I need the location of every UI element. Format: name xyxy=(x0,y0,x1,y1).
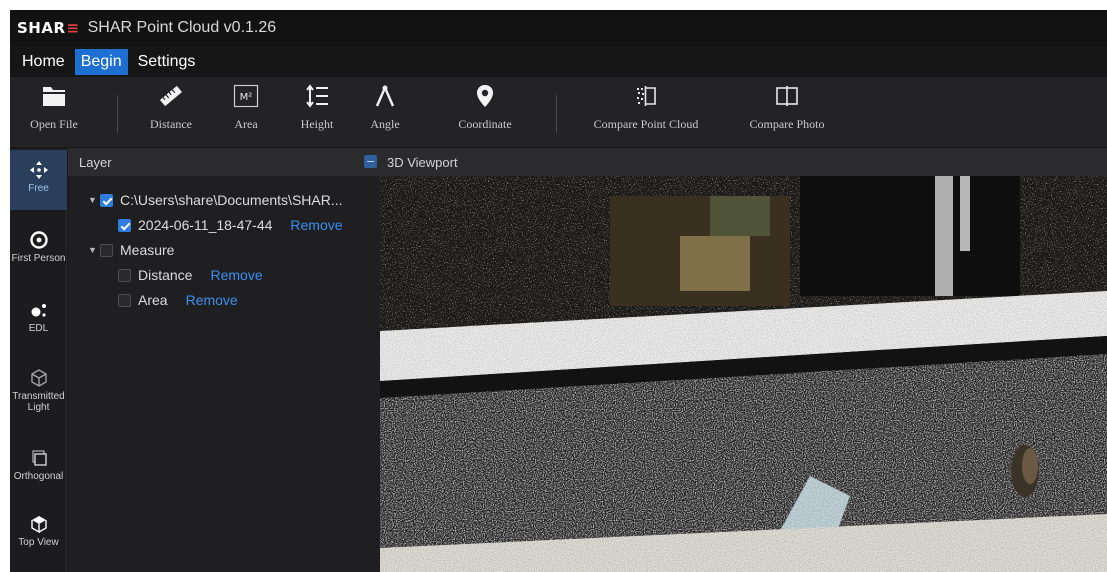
coordinate-label: Coordinate xyxy=(458,117,512,131)
mode-edl[interactable]: EDL xyxy=(10,300,67,350)
expand-arrow-icon[interactable]: ▼ xyxy=(88,195,100,205)
area-m2-icon: M² xyxy=(233,84,259,108)
toolbar-separator xyxy=(556,95,557,133)
menu-begin[interactable]: Begin xyxy=(74,48,128,75)
viewport-header: 3D Viewport xyxy=(380,148,1107,176)
mode-transmitted-light[interactable]: Transmitted Light xyxy=(10,368,67,432)
mode-top-view[interactable]: Top View xyxy=(10,514,67,564)
distance-label: Distance xyxy=(150,117,192,131)
area-item-label: Area xyxy=(138,292,168,308)
mode-free[interactable]: Free xyxy=(10,150,67,210)
coordinate-button[interactable]: Coordinate xyxy=(450,83,520,132)
toolbar-separator xyxy=(117,95,118,133)
height-button[interactable]: Height xyxy=(282,83,352,132)
mode-orthogonal[interactable]: Orthogonal xyxy=(10,448,67,498)
tree-item-measure[interactable]: ▼ Measure xyxy=(88,239,174,261)
location-pin-icon xyxy=(477,85,493,107)
measure-label: Measure xyxy=(120,242,175,258)
expand-arrow-icon[interactable]: ▼ xyxy=(88,245,100,255)
menu-home[interactable]: Home xyxy=(16,49,71,75)
area-checkbox[interactable] xyxy=(118,293,131,307)
compare-photo-button[interactable]: Compare Photo xyxy=(732,83,842,132)
root-file-path: C:\Users\share\Documents\SHAR... xyxy=(120,192,343,208)
tree-item-scan[interactable]: 2024-06-11_18-47-44 Remove xyxy=(118,214,343,236)
menu-settings[interactable]: Settings xyxy=(132,49,202,75)
angle-button[interactable]: Angle xyxy=(350,83,420,132)
height-icon xyxy=(306,84,328,108)
remove-distance-link[interactable]: Remove xyxy=(210,267,262,283)
remove-area-link[interactable]: Remove xyxy=(186,292,238,308)
compare-point-cloud-label: Compare Point Cloud xyxy=(593,117,699,131)
mode-orthogonal-label: Orthogonal xyxy=(13,471,64,482)
toolbar: Open File Distance M² Area Height Angle … xyxy=(10,77,1107,148)
ruler-icon xyxy=(160,85,182,107)
point-cloud-render[interactable] xyxy=(380,176,1107,572)
view-mode-strip: Free First Person EDL Transmitted Light xyxy=(10,148,67,572)
cube-outline-icon xyxy=(30,369,47,387)
app-window: SHAR ≡ SHAR Point Cloud v0.1.26 Home Begi… xyxy=(10,10,1107,572)
angle-label: Angle xyxy=(370,117,400,131)
mode-edl-label: EDL xyxy=(28,323,49,334)
scan-checkbox[interactable] xyxy=(118,218,131,232)
title-bar: SHAR ≡ SHAR Point Cloud v0.1.26 xyxy=(10,10,1107,46)
orthogonal-icon xyxy=(31,450,47,466)
layer-panel-title: Layer xyxy=(79,154,112,170)
tree-item-distance[interactable]: Distance Remove xyxy=(118,264,263,286)
logo-accent: ≡ xyxy=(66,19,80,37)
app-logo: SHAR ≡ xyxy=(17,19,80,37)
layer-panel-header: Layer xyxy=(68,148,380,176)
folder-icon xyxy=(43,87,65,106)
viewport-title: 3D Viewport xyxy=(387,154,458,170)
menu-bar: Home Begin Settings xyxy=(10,46,1107,77)
distance-item-label: Distance xyxy=(138,267,193,283)
distance-checkbox[interactable] xyxy=(118,268,131,282)
mode-first-person[interactable]: First Person xyxy=(10,230,67,280)
dots-icon xyxy=(31,304,46,317)
cube-top-icon xyxy=(30,516,47,534)
height-label: Height xyxy=(300,117,334,131)
mode-free-label: Free xyxy=(28,183,49,194)
collapse-button[interactable] xyxy=(364,155,377,168)
mode-first-person-label: First Person xyxy=(11,253,66,264)
layer-panel: Layer ▼ C:\Users\share\Documents\SHAR...… xyxy=(68,148,380,572)
mode-transmitted-light-label: Transmitted Light xyxy=(12,391,65,413)
compare-photo-label: Compare Photo xyxy=(749,117,825,131)
root-file-checkbox[interactable] xyxy=(100,193,113,207)
window-title: SHAR Point Cloud v0.1.26 xyxy=(87,19,277,36)
tree-item-area[interactable]: Area Remove xyxy=(118,289,238,311)
measure-checkbox[interactable] xyxy=(100,243,113,257)
mode-top-view-label: Top View xyxy=(18,537,59,548)
open-file-button[interactable]: Open File xyxy=(19,83,89,132)
compass-angle-icon xyxy=(375,85,395,107)
scan-name: 2024-06-11_18-47-44 xyxy=(138,217,273,233)
area-button[interactable]: M² Area xyxy=(211,83,281,132)
eye-icon xyxy=(29,231,48,249)
logo-text: SHAR xyxy=(17,19,66,37)
3d-viewport[interactable]: 3D Viewport xyxy=(380,148,1107,572)
move-arrows-icon xyxy=(29,161,48,179)
remove-scan-link[interactable]: Remove xyxy=(290,217,342,233)
tree-item-root-file[interactable]: ▼ C:\Users\share\Documents\SHAR... xyxy=(88,189,343,211)
distance-button[interactable]: Distance xyxy=(136,83,206,132)
compare-point-cloud-icon xyxy=(637,86,656,106)
compare-photo-icon xyxy=(776,86,798,106)
open-file-label: Open File xyxy=(30,117,78,131)
compare-point-cloud-button[interactable]: Compare Point Cloud xyxy=(581,83,711,132)
svg-text:M²: M² xyxy=(240,92,253,103)
area-label: Area xyxy=(234,117,258,131)
